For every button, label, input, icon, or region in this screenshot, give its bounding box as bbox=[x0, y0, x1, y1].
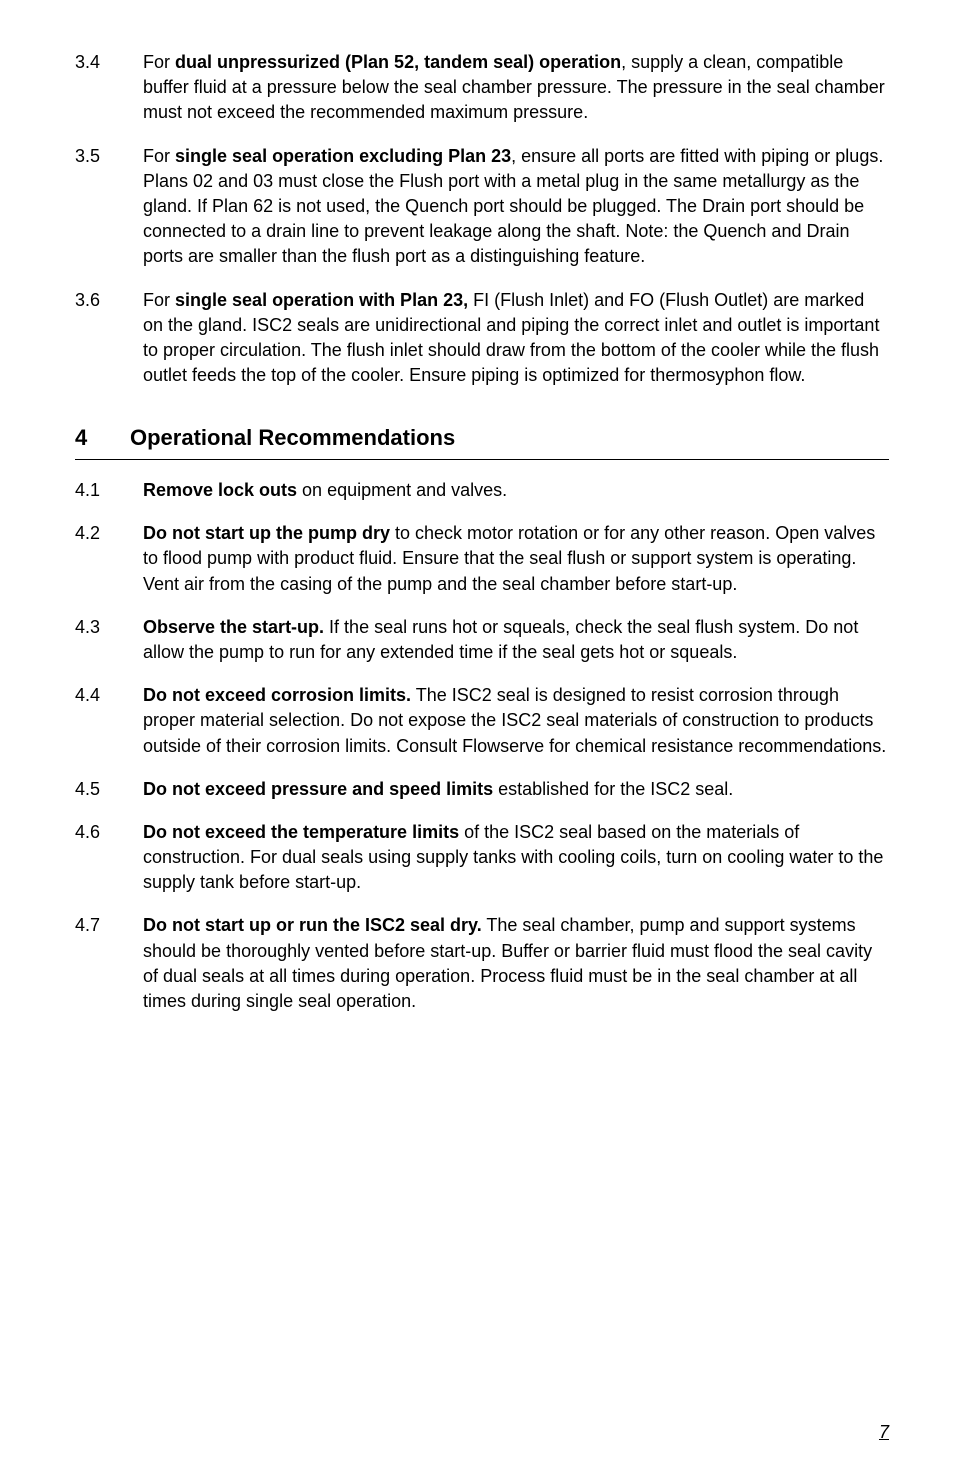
item-number: 4.4 bbox=[75, 683, 143, 759]
piping-list: 3.4For dual unpressurized (Plan 52, tand… bbox=[75, 50, 889, 388]
list-item: 4.1Remove lock outs on equipment and val… bbox=[75, 478, 889, 503]
item-number: 4.3 bbox=[75, 615, 143, 665]
list-item: 4.6Do not exceed the temperature limits … bbox=[75, 820, 889, 896]
list-item: 3.4For dual unpressurized (Plan 52, tand… bbox=[75, 50, 889, 126]
item-text: For single seal operation excluding Plan… bbox=[143, 144, 889, 270]
list-item: 4.2Do not start up the pump dry to check… bbox=[75, 521, 889, 597]
list-item: 3.6For single seal operation with Plan 2… bbox=[75, 288, 889, 389]
item-text: Remove lock outs on equipment and valves… bbox=[143, 478, 889, 503]
item-number: 4.5 bbox=[75, 777, 143, 802]
operational-list: 4.1Remove lock outs on equipment and val… bbox=[75, 478, 889, 1014]
item-number: 4.2 bbox=[75, 521, 143, 597]
item-text: Do not exceed the temperature limits of … bbox=[143, 820, 889, 896]
list-item: 4.3Observe the start-up. If the seal run… bbox=[75, 615, 889, 665]
item-number: 4.7 bbox=[75, 913, 143, 1014]
list-item: 4.7Do not start up or run the ISC2 seal … bbox=[75, 913, 889, 1014]
item-text: Observe the start-up. If the seal runs h… bbox=[143, 615, 889, 665]
section-title: Operational Recommendations bbox=[130, 423, 455, 454]
item-text: For single seal operation with Plan 23, … bbox=[143, 288, 889, 389]
item-number: 3.5 bbox=[75, 144, 143, 270]
item-number: 3.6 bbox=[75, 288, 143, 389]
item-number: 3.4 bbox=[75, 50, 143, 126]
item-text: For dual unpressurized (Plan 52, tandem … bbox=[143, 50, 889, 126]
item-number: 4.1 bbox=[75, 478, 143, 503]
item-text: Do not start up the pump dry to check mo… bbox=[143, 521, 889, 597]
item-text: Do not start up or run the ISC2 seal dry… bbox=[143, 913, 889, 1014]
item-text: Do not exceed pressure and speed limits … bbox=[143, 777, 889, 802]
list-item: 3.5For single seal operation excluding P… bbox=[75, 144, 889, 270]
list-item: 4.4Do not exceed corrosion limits. The I… bbox=[75, 683, 889, 759]
section-number: 4 bbox=[75, 423, 130, 454]
list-item: 4.5Do not exceed pressure and speed limi… bbox=[75, 777, 889, 802]
section-header-operational: 4 Operational Recommendations bbox=[75, 423, 889, 460]
item-text: Do not exceed corrosion limits. The ISC2… bbox=[143, 683, 889, 759]
page-number: 7 bbox=[879, 1420, 889, 1445]
item-number: 4.6 bbox=[75, 820, 143, 896]
